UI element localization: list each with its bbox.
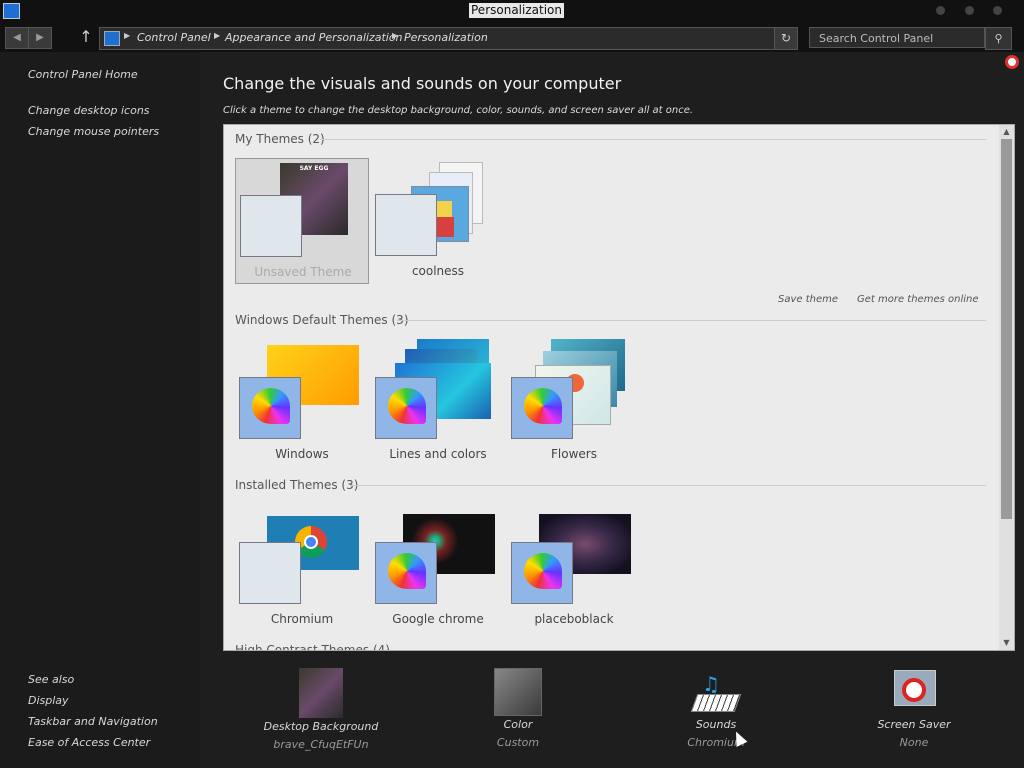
search-input[interactable]: Search Control Panel [809,27,985,48]
window-title: Personalization [469,3,564,18]
color-button[interactable]: Color Custom [448,668,588,749]
theme-flowers[interactable]: Flowers [507,339,641,467]
page-subtitle: Click a theme to change the desktop back… [223,105,694,116]
piano-keys [690,694,742,712]
refresh-button[interactable]: ↻ [774,27,798,50]
scrollbar[interactable]: ▲ ▼ [999,125,1014,650]
control-panel-icon [3,3,20,19]
minimize-button[interactable] [936,6,945,15]
breadcrumb-appearance[interactable]: Appearance and Personalization [225,31,403,44]
chevron-right-icon[interactable]: ▶ [392,31,398,40]
theme-name: Chromium [270,612,334,626]
theme-name: Flowers [551,447,597,461]
control-panel-home-link[interactable]: Control Panel Home [28,68,138,81]
color-swatch [239,377,301,439]
bottom-label: Color [503,718,533,731]
theme-name: Lines and colors [389,447,487,461]
back-button[interactable]: ◀ [5,27,29,49]
divider [320,139,986,140]
color-swatch [511,542,573,604]
get-more-themes-link[interactable]: Get more themes online [857,294,979,305]
save-theme-link[interactable]: Save theme [778,294,838,305]
breadcrumb-control-panel[interactable]: Control Panel [137,31,211,44]
up-arrow-icon[interactable]: ↑ [78,27,94,47]
title-bar: Personalization [0,0,1024,22]
display-link[interactable]: Display [28,694,69,707]
change-desktop-icons-link[interactable]: Change desktop icons [28,104,150,117]
chromium-logo-center [304,535,318,549]
music-note-icon: ♫ [702,672,720,696]
chevron-right-icon[interactable]: ▶ [214,31,220,40]
address-bar: ◀ ▶ ↑ ▶ Control Panel ▶ Appearance and P… [0,22,1024,52]
theme-name: coolness [411,264,465,278]
bottom-label: Screen Saver [877,718,951,731]
theme-google-chrome[interactable]: Google chrome [371,506,505,632]
theme-name: Windows [275,447,329,461]
forward-button[interactable]: ▶ [28,27,52,49]
bottom-value: Chromium [687,736,745,749]
color-swatch-icon [494,668,542,716]
main-content: Change the visuals and sounds on your co… [200,52,1024,768]
desktop-background-button[interactable]: Desktop Background brave_CfuqEtFUn [251,668,391,751]
color-swatch [375,377,437,439]
close-button[interactable] [993,6,1002,15]
theme-lines-and-colors[interactable]: Lines and colors [371,339,505,467]
sidebar: Control Panel Home Change desktop icons … [0,52,200,768]
color-swatch [375,542,437,604]
sounds-button[interactable]: ♫ Sounds Chromium [646,672,786,749]
theme-name: Unsaved Theme [254,265,352,279]
theme-name: Google chrome [392,612,484,626]
wallpaper-caption: SAY EGG [299,165,329,172]
desktop-background-icon [299,668,343,718]
section-windows-default: Windows Default Themes (3) [235,313,409,327]
color-swatch [239,542,301,604]
scroll-thumb[interactable] [1001,139,1012,519]
no-sign-icon [902,678,926,702]
theme-coolness[interactable]: coolness [371,158,505,284]
palette-fan-icon [388,388,426,424]
section-my-themes: My Themes (2) [235,132,325,146]
theme-unsaved[interactable]: SAY EGG Unsaved Theme [235,158,369,284]
divider [350,485,986,486]
bottom-label: Desktop Background [263,720,379,733]
bottom-value: None [899,736,929,749]
theme-windows[interactable]: Windows [235,341,369,467]
section-high-contrast: High Contrast Themes (4) [235,643,390,651]
color-swatch [375,194,437,256]
change-mouse-pointers-link[interactable]: Change mouse pointers [28,125,159,138]
screen-saver-button[interactable]: Screen Saver None [844,670,984,749]
control-panel-icon [104,31,120,46]
taskbar-navigation-link[interactable]: Taskbar and Navigation [28,715,158,728]
page-title: Change the visuals and sounds on your co… [223,74,622,93]
scroll-down-icon[interactable]: ▼ [999,636,1014,650]
bottom-label: Sounds [695,718,737,731]
palette-fan-icon [252,388,290,424]
chevron-right-icon[interactable]: ▶ [124,31,130,40]
palette-fan-icon [524,388,562,424]
bottom-value: brave_CfuqEtFUn [273,738,369,751]
divider [397,320,986,321]
theme-name: placeboblack [534,612,614,626]
color-swatch [240,195,302,257]
see-also-title: See also [28,673,75,686]
section-installed: Installed Themes (3) [235,478,359,492]
ease-of-access-link[interactable]: Ease of Access Center [28,736,150,749]
screen-saver-icon [890,668,938,716]
maximize-button[interactable] [965,6,974,15]
breadcrumb[interactable]: ▶ Control Panel ▶ Appearance and Persona… [99,27,775,50]
theme-chromium[interactable]: Chromium [235,506,369,632]
themes-list[interactable]: My Themes (2) SAY EGG Unsaved Theme cool… [223,124,1015,651]
palette-fan-icon [388,553,426,589]
scroll-up-icon[interactable]: ▲ [999,125,1014,139]
palette-fan-icon [524,553,562,589]
sounds-icon: ♫ [690,668,742,716]
breadcrumb-personalization[interactable]: Personalization [404,31,488,44]
theme-placeboblack[interactable]: placeboblack [507,506,641,632]
help-icon[interactable] [1005,55,1019,69]
search-icon[interactable]: ⚲ [985,27,1012,50]
bottom-value: Custom [496,736,540,749]
color-swatch [511,377,573,439]
